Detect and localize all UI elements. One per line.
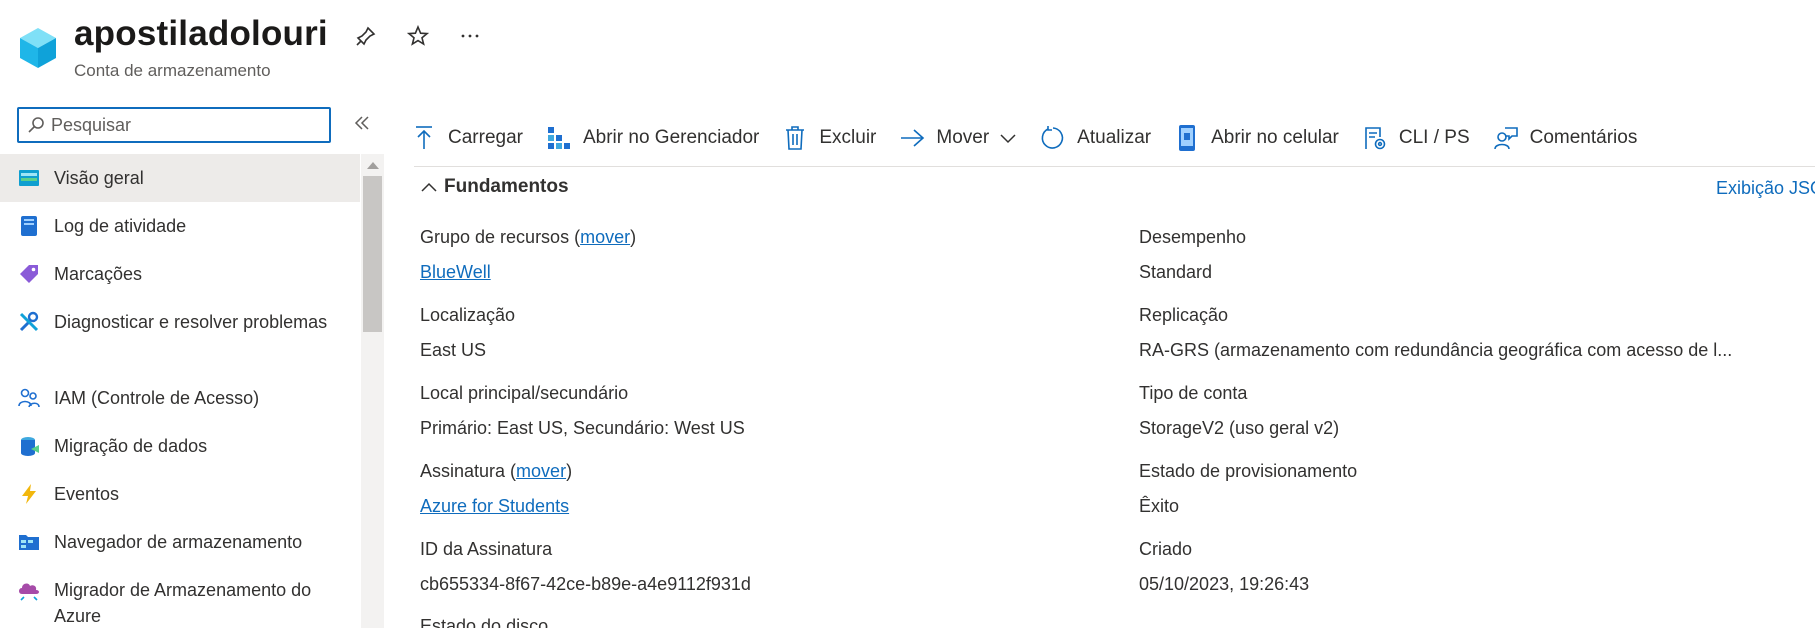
sidebar-item-events[interactable]: Eventos xyxy=(0,470,360,518)
page-subtitle: Conta de armazenamento xyxy=(74,61,271,80)
location-value: East US xyxy=(420,340,487,360)
replication-value: RA-GRS (armazenamento com redundância ge… xyxy=(1139,340,1733,360)
sidebar-item-data-migration[interactable]: Migração de dados xyxy=(0,422,360,470)
sidebar-item-label: Migração de dados xyxy=(54,436,208,456)
created-label: Criado xyxy=(1139,539,1193,559)
subscription-label: Assinatura (mover) xyxy=(420,461,573,481)
people-icon xyxy=(18,388,40,408)
storage-browser-icon xyxy=(19,535,39,550)
data-migration-icon xyxy=(21,437,39,456)
arrow-right-icon xyxy=(898,124,926,152)
replication-label: Replicação xyxy=(1139,305,1229,325)
json-view-link[interactable]: Exibição JSON xyxy=(1716,178,1815,199)
cli-script-icon xyxy=(1361,124,1389,152)
sidebar-item-label: Navegador de armazenamento xyxy=(54,532,303,552)
cli-label: CLI / PS xyxy=(1398,127,1470,148)
subscription-id-value: cb655334-8f67-42ce-b89e-a4e9112f931d xyxy=(420,574,751,594)
delete-label: Excluir xyxy=(819,127,877,148)
performance-label: Desempenho xyxy=(1139,227,1247,247)
provisioning-state-value: Êxito xyxy=(1139,496,1180,516)
mobile-phone-icon xyxy=(1173,124,1201,152)
resource-group-link[interactable]: BlueWell xyxy=(420,260,491,284)
move-subscription-link[interactable]: mover xyxy=(516,461,566,481)
search-icon xyxy=(28,117,44,133)
account-kind-label: Tipo de conta xyxy=(1139,383,1248,403)
chevron-down-icon xyxy=(1000,134,1016,144)
cloud-migrator-icon xyxy=(19,583,39,601)
subscription-id-label: ID da Assinatura xyxy=(420,539,553,559)
sidebar-item-overview[interactable]: Visão geral xyxy=(0,154,360,202)
delete-button[interactable]: Excluir xyxy=(781,124,876,152)
essentials-toggle[interactable]: Fundamentos xyxy=(420,176,569,198)
cli-button[interactable]: CLI / PS xyxy=(1361,124,1470,152)
upload-button[interactable]: Carregar xyxy=(410,124,523,152)
feedback-icon xyxy=(1492,124,1520,152)
feedback-button[interactable]: Comentários xyxy=(1492,124,1638,152)
sidebar-item-storage-browser[interactable]: Navegador de armazenamento xyxy=(0,518,360,566)
account-kind-value: StorageV2 (uso geral v2) xyxy=(1139,418,1340,438)
pin-icon[interactable] xyxy=(354,24,378,48)
sidebar-item-label: Eventos xyxy=(54,484,120,504)
sidebar-nav: Visão geral Log de atividade Marcações D… xyxy=(0,154,360,628)
location-label: Localização xyxy=(420,305,516,325)
chevron-up-icon xyxy=(421,182,437,192)
sidebar-item-diagnose[interactable]: Diagnosticar e resolver problemas xyxy=(0,298,360,374)
refresh-button[interactable]: Atualizar xyxy=(1039,124,1151,152)
disk-state-label: Estado do disco xyxy=(420,616,549,628)
header-actions xyxy=(354,24,482,48)
sidebar-item-storage-migrator[interactable]: Migrador de Armazenamento do Azure xyxy=(0,566,360,628)
open-mobile-label: Abrir no celular xyxy=(1211,127,1339,148)
storage-account-logo-icon xyxy=(20,28,56,68)
search-box[interactable] xyxy=(17,107,331,143)
toolbar-divider xyxy=(414,166,1815,167)
command-bar: Carregar Abrir no Gerenciador Excluir Mo… xyxy=(410,118,1659,158)
sidebar-item-label: Log de atividade xyxy=(54,216,187,236)
sidebar-item-label: Marcações xyxy=(54,264,143,284)
sidebar-item-label: Visão geral xyxy=(54,168,144,188)
scrollbar-thumb[interactable] xyxy=(363,176,382,332)
created-value: 05/10/2023, 19:26:43 xyxy=(1139,574,1310,594)
move-resource-group-link[interactable]: mover xyxy=(580,227,630,247)
scroll-up-icon[interactable] xyxy=(367,162,379,169)
activity-log-icon xyxy=(21,216,37,236)
essentials-title: Fundamentos xyxy=(444,176,569,197)
lightning-icon xyxy=(22,484,36,504)
performance-value: Standard xyxy=(1139,262,1213,282)
collapse-sidebar-icon[interactable] xyxy=(352,113,374,137)
feedback-label: Comentários xyxy=(1529,127,1638,148)
upload-icon xyxy=(410,124,438,152)
star-icon[interactable] xyxy=(406,24,430,48)
sidebar-scrollbar[interactable] xyxy=(361,154,384,628)
sidebar-item-iam[interactable]: IAM (Controle de Acesso) xyxy=(0,374,360,422)
overview-icon xyxy=(19,170,39,186)
wrench-icon xyxy=(19,311,39,332)
search-input[interactable] xyxy=(51,114,311,136)
open-explorer-button[interactable]: Abrir no Gerenciador xyxy=(545,124,759,152)
primary-secondary-value: Primário: East US, Secundário: West US xyxy=(420,418,745,438)
sidebar-item-label: Migrador de Armazenamento do Azure xyxy=(54,580,312,626)
page-title: apostiladolouri xyxy=(74,14,328,53)
more-options-icon[interactable] xyxy=(458,24,482,48)
provisioning-state-label: Estado de provisionamento xyxy=(1139,461,1358,481)
sidebar-item-label: IAM (Controle de Acesso) xyxy=(54,388,260,408)
primary-secondary-label: Local principal/secundário xyxy=(420,383,629,403)
move-label: Mover xyxy=(936,127,990,148)
refresh-icon xyxy=(1039,124,1067,152)
sidebar-item-tags[interactable]: Marcações xyxy=(0,250,360,298)
open-mobile-button[interactable]: Abrir no celular xyxy=(1173,124,1339,152)
sidebar-item-activity-log[interactable]: Log de atividade xyxy=(0,202,360,250)
open-explorer-label: Abrir no Gerenciador xyxy=(582,127,760,148)
move-button[interactable]: Mover xyxy=(898,124,1017,152)
trash-icon xyxy=(781,124,809,152)
resource-group-label: Grupo de recursos (mover) xyxy=(420,227,637,247)
storage-explorer-icon xyxy=(545,124,573,152)
subscription-link[interactable]: Azure for Students xyxy=(420,494,569,518)
upload-label: Carregar xyxy=(448,127,523,148)
sidebar-item-label: Diagnosticar e resolver problemas xyxy=(54,312,328,332)
refresh-label: Atualizar xyxy=(1077,127,1152,148)
tags-icon xyxy=(20,265,38,283)
